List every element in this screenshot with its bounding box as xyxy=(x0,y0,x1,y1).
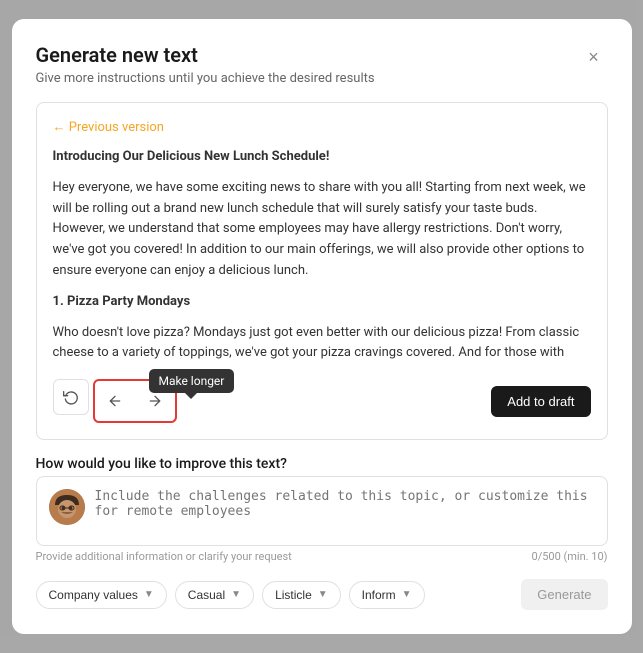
content-preview-section: ← Previous version Introducing Our Delic… xyxy=(36,102,608,440)
add-to-draft-button[interactable]: Add to draft xyxy=(491,386,590,417)
improve-section: How would you like to improve this text? xyxy=(36,456,608,563)
inform-dropdown[interactable]: Inform ▼ xyxy=(349,581,425,609)
make-longer-group: Make longer xyxy=(93,379,177,423)
improve-label: How would you like to improve this text? xyxy=(36,456,608,472)
casual-label: Casual xyxy=(188,588,225,602)
options-row: Company values ▼ Casual ▼ Listicle ▼ Inf… xyxy=(36,579,608,610)
content-para-1: Hey everyone, we have some exciting news… xyxy=(53,178,587,282)
char-count: 0/500 (min. 10) xyxy=(532,550,608,563)
regenerate-button[interactable] xyxy=(53,379,89,415)
tooltip-arrow xyxy=(185,393,197,399)
improve-input[interactable] xyxy=(95,489,595,533)
company-values-dropdown[interactable]: Company values ▼ xyxy=(36,581,167,609)
hint-text: Provide additional information or clarif… xyxy=(36,550,292,563)
tooltip-wrapper: Make longer xyxy=(149,369,235,399)
content-list-1: 1. Pizza Party Mondays xyxy=(53,292,587,313)
toolbar-row: Make longer xyxy=(53,379,591,423)
casual-dropdown[interactable]: Casual ▼ xyxy=(175,581,254,609)
avatar xyxy=(49,489,85,525)
char-count-row: Provide additional information or clarif… xyxy=(36,550,608,563)
company-values-label: Company values xyxy=(49,588,138,602)
content-para-2: Who doesn't love pizza? Mondays just got… xyxy=(53,323,587,367)
content-heading: Introducing Our Delicious New Lunch Sche… xyxy=(53,147,587,168)
listicle-dropdown[interactable]: Listicle ▼ xyxy=(262,581,341,609)
input-area xyxy=(36,476,608,546)
listicle-label: Listicle xyxy=(275,588,312,602)
toolbar-icons: Make longer xyxy=(53,379,177,423)
modal-subtitle: Give more instructions until you achieve… xyxy=(36,71,375,86)
content-scroll[interactable]: Introducing Our Delicious New Lunch Sche… xyxy=(53,147,591,367)
modal-header: Generate new text Give more instructions… xyxy=(36,43,608,86)
tooltip-text: Make longer xyxy=(149,369,235,393)
inform-label: Inform xyxy=(362,588,396,602)
avatar-svg xyxy=(49,489,85,525)
close-button[interactable]: × xyxy=(580,43,608,71)
generate-text-modal: Generate new text Give more instructions… xyxy=(12,19,632,634)
listicle-chevron: ▼ xyxy=(318,589,328,600)
prev-version-link[interactable]: ← Previous version xyxy=(53,119,591,135)
make-shorter-button[interactable] xyxy=(97,383,133,419)
generate-button[interactable]: Generate xyxy=(521,579,607,610)
casual-chevron: ▼ xyxy=(231,589,241,600)
modal-title-group: Generate new text Give more instructions… xyxy=(36,43,375,86)
modal-title: Generate new text xyxy=(36,43,375,67)
inform-chevron: ▼ xyxy=(402,589,412,600)
company-values-chevron: ▼ xyxy=(144,589,154,600)
